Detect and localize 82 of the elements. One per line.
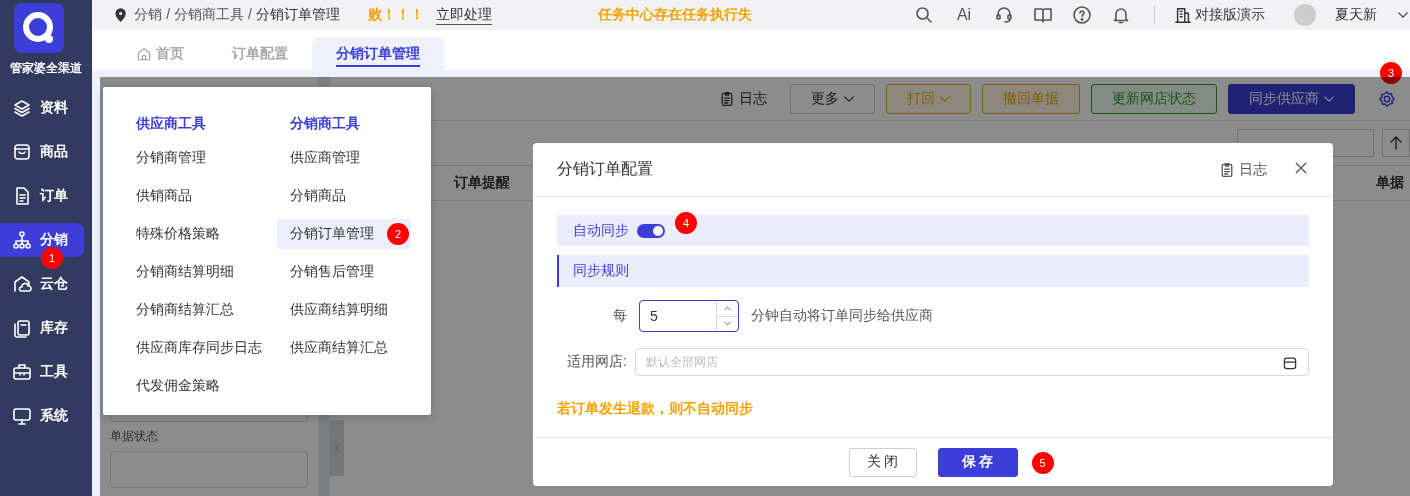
sidebar-item[interactable]: 订单 — [0, 179, 84, 213]
menu-item[interactable]: 分销商品 — [277, 181, 411, 211]
close-icon — [1293, 160, 1309, 176]
notice-text: 败！！！ — [368, 6, 424, 24]
menu-item[interactable]: 分销售后管理 — [277, 257, 411, 287]
bag-icon — [12, 142, 32, 162]
section-header: 同步规则 — [557, 255, 1309, 287]
sidebar-item[interactable]: 云仓 — [0, 267, 84, 301]
menu-item[interactable]: 供应商管理 — [277, 143, 411, 173]
building-icon — [1174, 6, 1192, 24]
warning-text: 若订单发生退款，则不自动同步 — [557, 400, 754, 418]
sidebar-item[interactable]: 工具 — [0, 355, 84, 389]
help-icon[interactable] — [1072, 5, 1092, 25]
toolbox-icon — [12, 362, 32, 382]
breadcrumb-item[interactable]: 分销商工具 — [174, 6, 245, 24]
menu-heading: 供应商工具 — [135, 114, 207, 133]
toolbar-button[interactable]: 更多 — [790, 83, 875, 114]
step-badge: 4 — [675, 212, 697, 234]
shop-select-field[interactable]: 默认全部网店 — [636, 349, 1308, 375]
close-dialog-button[interactable]: 关 闭 — [848, 447, 917, 477]
headset-icon[interactable] — [994, 5, 1014, 25]
log-link[interactable]: 日志 — [739, 89, 767, 108]
menu-item[interactable]: 特殊价格策略 — [123, 219, 257, 249]
column-header: 订单提醒 — [454, 174, 510, 192]
task-message: 任务中心存在任务执行失 — [598, 6, 753, 24]
breadcrumb-separator: / — [248, 6, 252, 24]
menu-item[interactable]: 供销商品 — [123, 181, 257, 211]
clipboard-icon — [1219, 161, 1235, 178]
menu-item[interactable]: 分销商结算汇总 — [123, 295, 257, 325]
sidebar-item[interactable]: 库存 — [0, 311, 84, 345]
page-tab[interactable]: 分销订单管理 — [312, 37, 444, 70]
home-icon — [136, 45, 152, 62]
menu-item[interactable]: 代发佣金策略 — [123, 371, 257, 401]
user-name[interactable]: 夏天新 — [1335, 6, 1377, 24]
ai-assistant-button[interactable]: Ai — [953, 5, 975, 25]
settings-icon[interactable] — [1378, 89, 1396, 108]
layers-icon — [12, 98, 32, 118]
breadcrumb-item[interactable]: 分销 — [134, 6, 163, 24]
field-label: 适用网店: — [566, 353, 627, 371]
menu-heading: 分销商工具 — [289, 114, 361, 133]
menu-item[interactable]: 供应商结算明细 — [277, 295, 411, 325]
sidebar-item[interactable]: 系统 — [0, 399, 84, 433]
number-field[interactable]: 5 — [639, 300, 739, 332]
clipboard-icon — [719, 90, 735, 107]
toggle-label: 自动同步 — [573, 221, 629, 240]
step-badge: 2 — [387, 223, 409, 245]
organization-name[interactable]: 对接版演示 — [1195, 6, 1265, 24]
menu-item[interactable]: 分销商结算明细 — [123, 257, 257, 287]
app-name: 管家婆全渠道 — [9, 60, 83, 77]
step-badge: 5 — [1031, 451, 1054, 474]
menu-item[interactable]: 分销商管理 — [123, 143, 257, 173]
toolbar-button[interactable]: 同步供应商 — [1228, 83, 1355, 114]
search-icon[interactable] — [914, 5, 934, 25]
collapse-handle[interactable] — [330, 420, 344, 476]
column-header: 单据 — [1376, 174, 1404, 192]
step-badge: 1 — [41, 247, 63, 269]
monitor-icon — [12, 406, 32, 426]
breadcrumb-separator: / — [166, 6, 171, 24]
menu-item[interactable]: 供应商库存同步日志 — [123, 333, 270, 363]
toggle-switch[interactable] — [637, 223, 665, 238]
interval-prefix: 每 — [612, 307, 627, 325]
sort-direction-button[interactable] — [1382, 129, 1410, 157]
sidebar-item[interactable]: 资料 — [0, 91, 84, 125]
bell-icon[interactable] — [1111, 5, 1131, 25]
arrow-up-icon — [1390, 136, 1402, 150]
hierarchy-icon — [12, 230, 32, 250]
book-icon[interactable] — [1033, 5, 1053, 25]
interval-hint: 分钟自动将订单同步给供应商 — [751, 307, 933, 325]
handle-now-link[interactable]: 立即处理 — [436, 5, 492, 25]
breadcrumb-item: 分销订单管理 — [256, 6, 340, 24]
menu-item[interactable]: 供应商结算汇总 — [277, 333, 411, 363]
user-avatar — [1294, 4, 1316, 26]
sidebar-item[interactable]: 商品 — [0, 135, 84, 169]
logo-icon — [14, 3, 64, 53]
stack-icon — [12, 318, 32, 338]
dialog-title: 分销订单配置 — [557, 159, 654, 179]
location-pin-icon — [113, 7, 129, 23]
log-link[interactable]: 日志 — [1239, 160, 1267, 179]
store-icon — [1282, 355, 1298, 371]
field-label: 单据状态 — [110, 428, 159, 445]
cloud-house-icon — [12, 274, 32, 294]
menu-item[interactable]: 分销订单管理 2 — [277, 219, 411, 249]
